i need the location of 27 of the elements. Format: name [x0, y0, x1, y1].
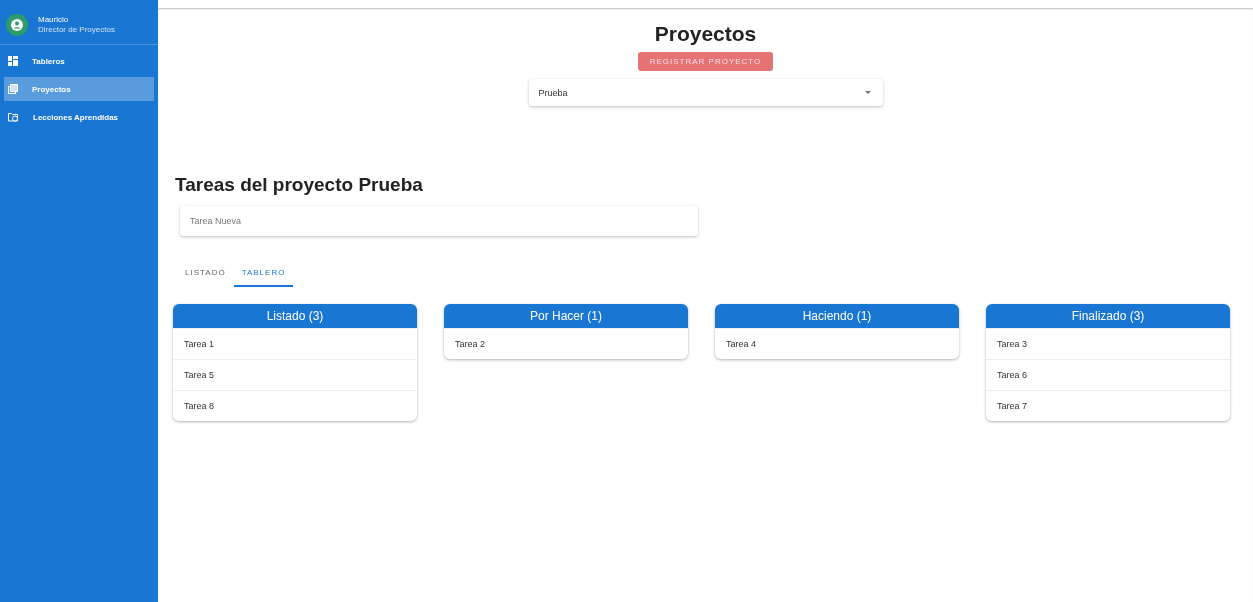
- new-task-field[interactable]: Tarea Nueva: [180, 206, 698, 236]
- task-card[interactable]: Tarea 5: [173, 359, 417, 390]
- task-card[interactable]: Tarea 7: [986, 390, 1230, 421]
- sidebar-item[interactable]: Tableros: [4, 49, 154, 73]
- task-card[interactable]: Tarea 6: [986, 359, 1230, 390]
- task-card[interactable]: Tarea 4: [715, 328, 959, 359]
- stacked-pages-icon: [8, 84, 18, 94]
- user-name: Mauricio: [38, 15, 70, 25]
- dashboard-icon: [8, 56, 18, 66]
- column-header: Por Hacer (1): [444, 304, 688, 328]
- avatar-icon: [6, 14, 28, 36]
- task-card[interactable]: Tarea 1: [173, 328, 417, 359]
- column-header: Listado (3): [173, 304, 417, 328]
- task-card[interactable]: Tarea 2: [444, 328, 688, 359]
- project-select[interactable]: Prueba: [528, 79, 883, 106]
- view-tab[interactable]: LISTADO: [177, 264, 234, 287]
- user-role: Director de Proyectos: [38, 25, 115, 35]
- dropdown-arrow-icon: [864, 91, 871, 94]
- task-card[interactable]: Tarea 3: [986, 328, 1230, 359]
- view-tab[interactable]: TABLERO: [233, 264, 294, 287]
- folder-clock-icon: [8, 112, 19, 122]
- task-card[interactable]: Tarea 8: [173, 390, 417, 421]
- column-header: Haciendo (1): [715, 304, 959, 328]
- tasks-heading: Tareas del proyecto Prueba: [175, 174, 424, 196]
- page-title: Proyectos: [654, 22, 757, 46]
- sidebar-item[interactable]: Lecciones Aprendidas: [4, 105, 154, 129]
- column-header: Finalizado (3): [986, 304, 1230, 328]
